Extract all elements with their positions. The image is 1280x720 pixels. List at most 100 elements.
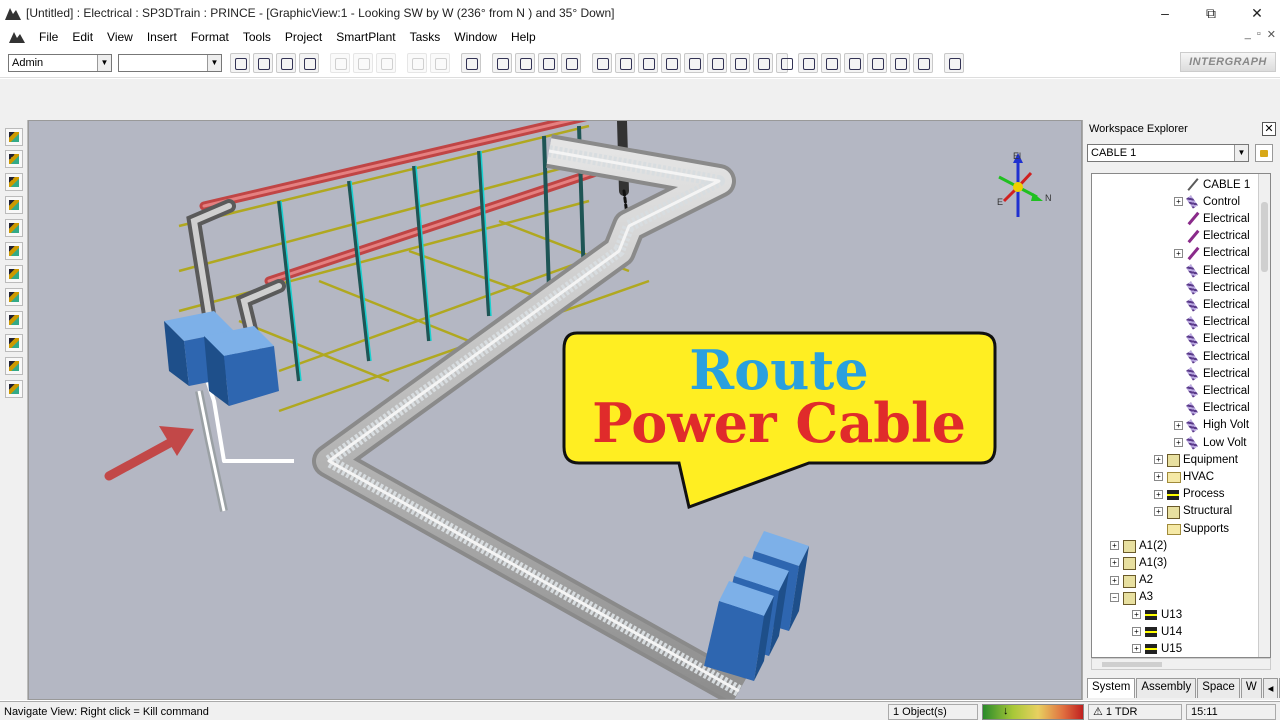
menu-help[interactable]: Help — [504, 30, 543, 44]
tree-item[interactable]: Electrical — [1174, 262, 1250, 279]
expand-icon[interactable]: + — [1154, 489, 1163, 499]
mdi-close-button[interactable]: ✕ — [1267, 28, 1276, 41]
open-icon[interactable] — [253, 53, 273, 73]
tab-system[interactable]: System — [1087, 678, 1136, 698]
tree-item[interactable]: Electrical — [1174, 296, 1250, 313]
expand-icon[interactable]: + — [1154, 506, 1163, 516]
split-icon[interactable] — [5, 334, 23, 352]
tree-item[interactable]: Electrical — [1174, 228, 1250, 245]
delete-icon[interactable] — [376, 53, 396, 73]
close-button[interactable]: ✕ — [1234, 0, 1280, 26]
properties-icon[interactable] — [515, 53, 535, 73]
tree-item[interactable]: + U13 — [1132, 606, 1182, 623]
expand-icon[interactable]: + — [1110, 558, 1119, 568]
expand-icon[interactable]: + — [1154, 455, 1163, 465]
tree-item[interactable]: + Equipment — [1154, 451, 1238, 468]
menu-view[interactable]: View — [100, 30, 140, 44]
tree-item[interactable]: Electrical — [1174, 400, 1250, 417]
tab-space[interactable]: Space — [1197, 678, 1240, 698]
menu-tasks[interactable]: Tasks — [403, 30, 448, 44]
menu-insert[interactable]: Insert — [140, 30, 184, 44]
tree-item[interactable]: + Control — [1174, 193, 1240, 210]
marker-icon[interactable] — [5, 311, 23, 329]
menu-window[interactable]: Window — [447, 30, 504, 44]
check-icon[interactable] — [538, 53, 558, 73]
cable-path-icon[interactable] — [5, 288, 23, 306]
expand-icon[interactable]: + — [1174, 197, 1183, 207]
tree-item[interactable]: Electrical — [1174, 348, 1250, 365]
tree-item[interactable]: + U14 — [1132, 623, 1182, 640]
zoom-icon[interactable] — [798, 53, 818, 73]
expand-icon[interactable]: + — [1174, 438, 1183, 447]
menu-format[interactable]: Format — [184, 30, 236, 44]
pencil-icon[interactable] — [561, 53, 581, 73]
named-views-icon[interactable] — [913, 53, 933, 73]
help-icon[interactable] — [944, 53, 964, 73]
tree-item[interactable]: + Electrical — [1174, 245, 1250, 262]
route-cable-icon[interactable] — [5, 150, 23, 168]
document-logo-icon[interactable] — [8, 30, 26, 44]
copy-icon[interactable] — [330, 53, 350, 73]
layer-icon[interactable] — [753, 53, 773, 73]
chevron-down-icon[interactable] — [776, 53, 793, 73]
equipment-icon[interactable] — [5, 265, 23, 283]
tab-work[interactable]: W — [1240, 678, 1262, 698]
tree-item[interactable]: Electrical — [1174, 382, 1250, 399]
tree-item[interactable]: + A1(3) — [1110, 554, 1167, 571]
expand-icon[interactable]: + — [1110, 541, 1119, 551]
expand-icon[interactable]: + — [1132, 627, 1141, 637]
tab-scroll-left[interactable]: ◂ — [1262, 678, 1279, 698]
tree-scrollbar[interactable] — [1258, 174, 1270, 657]
select-icon[interactable] — [730, 53, 750, 73]
tree-item[interactable]: Electrical — [1174, 279, 1250, 296]
insert-feature-icon[interactable] — [5, 196, 23, 214]
tree-item[interactable]: + A1(2) — [1110, 537, 1167, 554]
expand-icon[interactable]: + — [1154, 472, 1163, 482]
maximize-button[interactable]: ⧉ — [1188, 0, 1234, 26]
paste-icon[interactable] — [353, 53, 373, 73]
menu-tools[interactable]: Tools — [236, 30, 278, 44]
nav-arrow-icon[interactable] — [707, 53, 727, 73]
collapse-icon[interactable]: − — [1110, 592, 1119, 602]
zoom-area-icon[interactable] — [844, 53, 864, 73]
fit-icon[interactable] — [867, 53, 887, 73]
tree-item[interactable]: + Low Volt — [1174, 434, 1246, 451]
tools-icon[interactable] — [5, 380, 23, 398]
system-tree[interactable]: CABLE 1 + Control Electrical Electrical + Elec… — [1091, 173, 1271, 658]
tree-item[interactable]: + U15 — [1132, 640, 1182, 657]
scroll-thumb[interactable] — [1261, 202, 1268, 272]
tree-item[interactable]: + High Volt — [1174, 417, 1249, 434]
expand-icon[interactable]: + — [1110, 575, 1119, 585]
switchgear-panel-right[interactable] — [704, 531, 809, 681]
tree-item[interactable]: + A2 — [1110, 572, 1153, 589]
tree-item[interactable]: Electrical — [1174, 331, 1250, 348]
undo-icon[interactable] — [461, 53, 481, 73]
volume-icon[interactable] — [684, 53, 704, 73]
rotate-icon[interactable] — [430, 53, 450, 73]
model-scene[interactable]: El N E Route Power Cable — [29, 121, 1082, 700]
filter-combo[interactable]: ▼ — [118, 54, 222, 72]
minimize-button[interactable]: – — [1142, 0, 1188, 26]
mdi-minimize-button[interactable]: _ — [1245, 28, 1251, 41]
connect-icon[interactable] — [5, 357, 23, 375]
conduit-icon[interactable] — [5, 219, 23, 237]
menu-file[interactable]: File — [32, 30, 65, 44]
tree-item[interactable]: Electrical — [1174, 210, 1250, 227]
tdr-status[interactable]: ⚠ 1 TDR — [1088, 704, 1182, 720]
clip-icon[interactable] — [638, 53, 658, 73]
tree-item[interactable]: − A3 — [1110, 589, 1153, 606]
move-icon[interactable] — [407, 53, 427, 73]
fitting-icon[interactable] — [5, 242, 23, 260]
chevron-down-icon[interactable]: ▼ — [1234, 145, 1248, 161]
tree-item[interactable]: + Process — [1154, 486, 1225, 503]
menu-smartplant[interactable]: SmartPlant — [329, 30, 402, 44]
pan-icon[interactable] — [821, 53, 841, 73]
user-combo[interactable]: Admin ▼ — [8, 54, 112, 72]
tree-item[interactable]: + HVAC — [1154, 468, 1214, 485]
expand-icon[interactable]: + — [1174, 420, 1183, 430]
measure-icon[interactable] — [492, 53, 512, 73]
expand-icon[interactable]: + — [1132, 644, 1141, 654]
tree-item[interactable]: Electrical — [1174, 314, 1250, 331]
lock-icon[interactable] — [1255, 144, 1273, 162]
route-tray-icon[interactable] — [5, 173, 23, 191]
